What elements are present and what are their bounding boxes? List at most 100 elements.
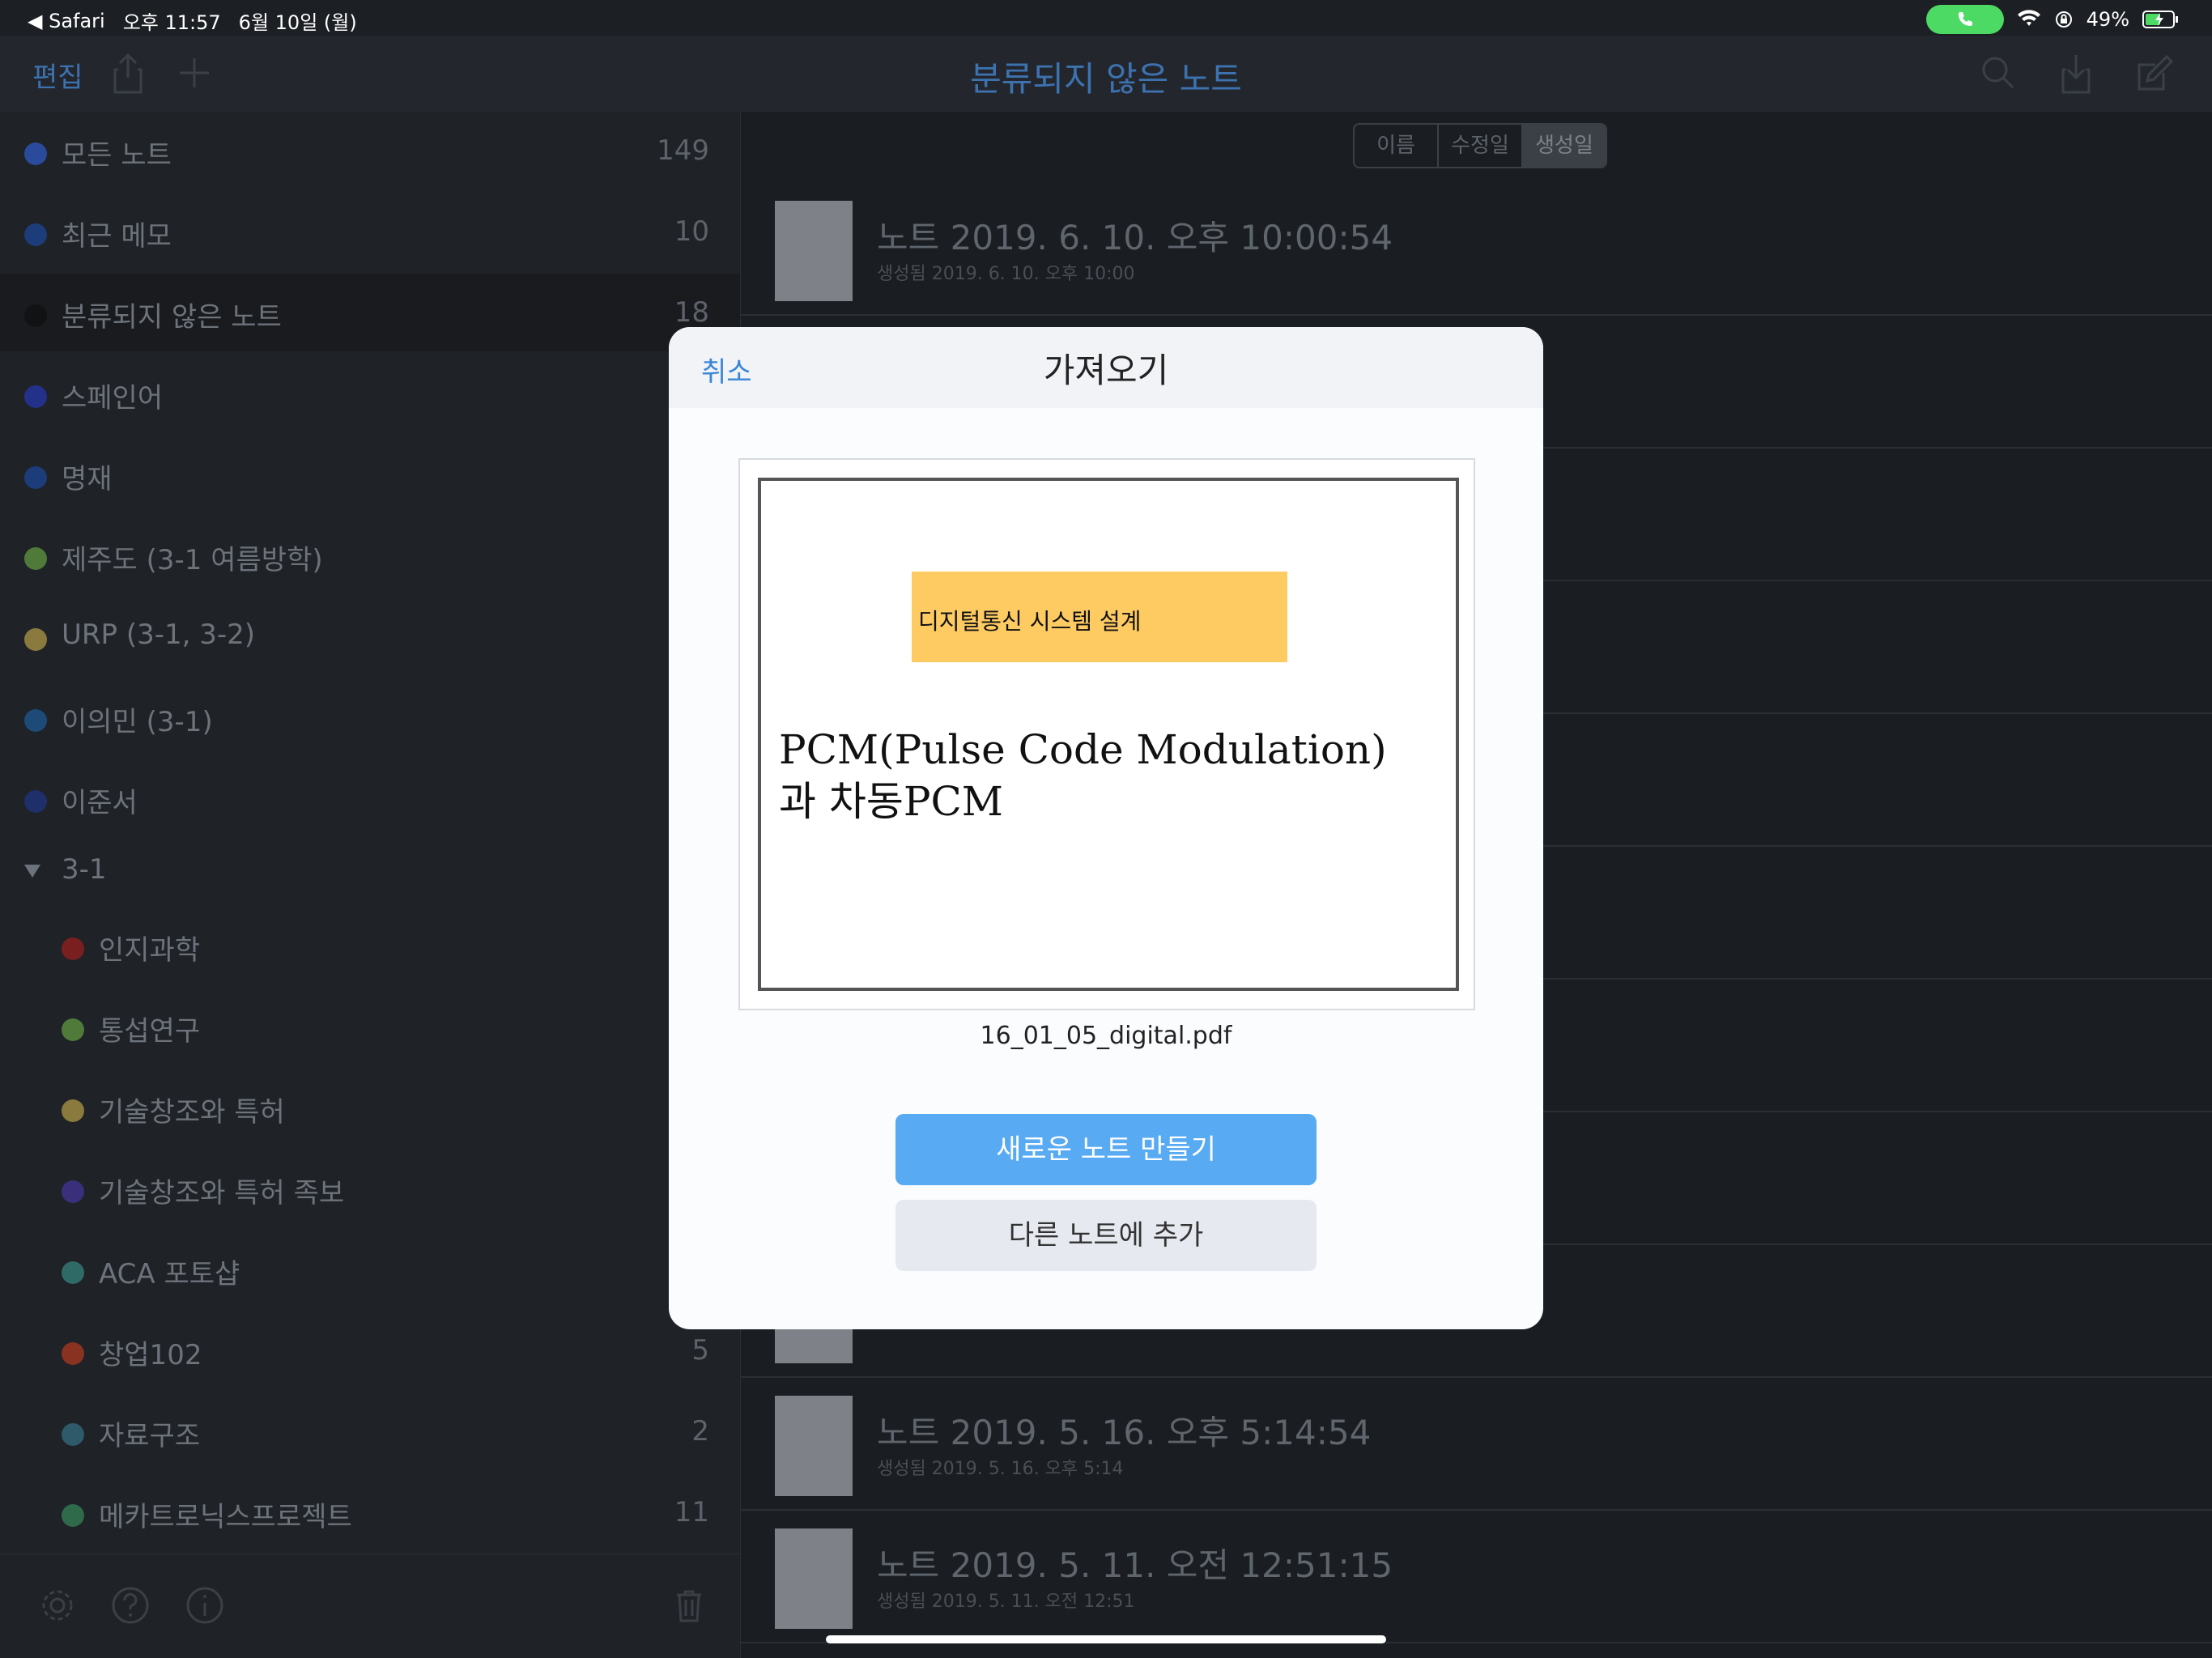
note-list-item[interactable]: 노트 2019. 5. 11. 오전 12:51:15 생성됨 2019. 5.… — [741, 1511, 2212, 1643]
wifi-icon — [2017, 10, 2040, 26]
sidebar-item-label: 인지과학 — [99, 934, 201, 967]
sidebar-item-label: 창업102 — [99, 1339, 202, 1371]
sidebar-item-label: 메카트로닉스프로젝트 — [99, 1501, 352, 1533]
add-to-other-note-button[interactable]: 다른 노트에 추가 — [895, 1200, 1317, 1271]
create-new-note-button[interactable]: 새로운 노트 만들기 — [895, 1114, 1317, 1185]
search-icon[interactable] — [1974, 49, 2023, 97]
sidebar-item-cognitive-science[interactable]: 인지과학 — [0, 907, 740, 984]
pdf-heading-line: 과 차동PCM — [779, 778, 1003, 825]
active-call-indicator[interactable] — [1925, 5, 2004, 34]
folder-color-dot — [24, 547, 47, 570]
sidebar-item-label: 모든 노트 — [62, 139, 172, 172]
sidebar-item-leeuimin[interactable]: 이의민 (3-1) — [0, 678, 740, 756]
folder-color-dot — [24, 466, 47, 489]
sidebar-item-label: 기술창조와 특허 족보 — [99, 1177, 345, 1209]
orientation-lock-icon — [2055, 11, 2072, 28]
sidebar-item-count: 10 — [674, 215, 709, 248]
folder-color-dot — [24, 385, 47, 408]
info-icon[interactable] — [185, 1585, 225, 1626]
folder-color-dot — [24, 790, 47, 813]
page-title: 분류되지 않은 노트 — [970, 59, 1242, 99]
pdf-heading: PCM(Pulse Code Modulation) 과 차동PCM — [779, 724, 1387, 827]
sidebar-item-label: 스페인어 — [62, 382, 164, 414]
home-indicator[interactable] — [826, 1635, 1386, 1643]
battery-percent: 49% — [2086, 8, 2129, 31]
sidebar-item-count: 18 — [674, 296, 709, 329]
sidebar-item-urp[interactable]: URP (3-1, 3-2) — [0, 597, 740, 675]
note-title: 노트 2019. 6. 10. 오후 10:00:54 — [877, 218, 1393, 257]
sidebar-item-label: 이의민 (3-1) — [62, 706, 213, 738]
sidebar-item-count: 11 — [674, 1496, 709, 1528]
phone-icon — [1958, 12, 1972, 26]
battery-charging-icon — [2142, 11, 2178, 28]
sidebar-item-jeju[interactable]: 제주도 (3-1 여름방학) — [0, 517, 740, 594]
note-title: 노트 2019. 5. 16. 오후 5:14:54 — [877, 1413, 1372, 1452]
pdf-course-banner: 디지털통신 시스템 설계 — [912, 572, 1287, 662]
sidebar-item-label: 이준서 — [62, 787, 138, 819]
sidebar-item-spanish[interactable]: 스페인어 — [0, 355, 740, 432]
sidebar-item-startup102[interactable]: 창업102 5 — [0, 1312, 740, 1389]
sidebar-item-label: 명재 — [62, 463, 113, 495]
back-to-app-link[interactable]: ◀ Safari — [28, 10, 105, 32]
sidebar-item-label: 기술창조와 특허 — [99, 1096, 285, 1129]
pdf-page: 디지털통신 시스템 설계 PCM(Pulse Code Modulation) … — [758, 478, 1459, 991]
sidebar-item-leejunseo[interactable]: 이준서 — [0, 759, 740, 837]
trash-icon[interactable] — [669, 1585, 709, 1626]
sort-option-modified[interactable]: 수정일 — [1439, 125, 1523, 167]
note-list-item[interactable]: 노트 2019. 6. 10. 오후 10:00:54 생성됨 2019. 6.… — [741, 183, 2212, 316]
note-subtitle: 생성됨 2019. 6. 10. 오후 10:00 — [877, 264, 1135, 284]
sidebar-item-consilience[interactable]: 통섭연구 — [0, 988, 740, 1065]
folder-color-dot — [24, 304, 47, 327]
sidebar-item-recent-memos[interactable]: 최근 메모 10 — [0, 193, 740, 270]
sidebar: 모든 노트 149 최근 메모 10 분류되지 않은 노트 18 스페인어 명재… — [0, 112, 740, 1658]
sort-option-created[interactable]: 생성일 — [1523, 125, 1606, 167]
sidebar-item-unfiled-notes[interactable]: 분류되지 않은 노트 18 — [0, 274, 740, 351]
pdf-banner-text: 디지털통신 시스템 설계 — [918, 608, 1142, 635]
folder-color-dot — [62, 1504, 84, 1527]
sidebar-item-patent[interactable]: 기술창조와 특허 — [0, 1069, 740, 1146]
pdf-preview: 디지털통신 시스템 설계 PCM(Pulse Code Modulation) … — [738, 458, 1475, 1010]
sidebar-item-count: 5 — [691, 1334, 709, 1367]
note-subtitle: 생성됨 2019. 5. 11. 오전 12:51 — [877, 1592, 1135, 1612]
sidebar-item-data-structures[interactable]: 자료구조 2 — [0, 1392, 740, 1470]
pdf-heading-line: PCM(Pulse Code Modulation) — [779, 726, 1387, 773]
sidebar-item-mechatronics[interactable]: 메카트로닉스프로젝트 11 — [0, 1473, 740, 1551]
sidebar-item-myeongjae[interactable]: 명재 — [0, 436, 740, 513]
dialog-title: 가져오기 — [1043, 351, 1169, 390]
folder-color-dot — [62, 1099, 84, 1122]
note-thumbnail — [775, 1396, 853, 1496]
sidebar-item-count: 2 — [691, 1415, 709, 1448]
sidebar-item-label: 최근 메모 — [62, 220, 172, 253]
import-icon[interactable] — [2052, 49, 2100, 97]
dialog-header: 취소 가져오기 — [669, 327, 1543, 408]
folder-color-dot — [62, 1423, 84, 1446]
sidebar-item-patent-archive[interactable]: 기술창조와 특허 족보 — [0, 1150, 740, 1227]
note-title: 노트 2019. 5. 11. 오전 12:51:15 — [877, 1545, 1393, 1585]
folder-color-dot — [62, 1018, 84, 1041]
sidebar-item-aca-photoshop[interactable]: ACA 포토샵 — [0, 1231, 740, 1308]
sidebar-footer — [0, 1554, 740, 1658]
sidebar-group-3-1[interactable]: 3-1 — [0, 832, 740, 910]
status-bar: ◀ Safari 오후 11:57 6월 10일 (월) 49% — [0, 0, 2212, 36]
sidebar-item-label: 자료구조 — [99, 1420, 201, 1452]
help-icon[interactable] — [110, 1585, 151, 1626]
folder-color-dot — [24, 628, 47, 651]
disclosure-triangle-icon[interactable] — [24, 865, 40, 878]
sidebar-item-label: 제주도 (3-1 여름방학) — [62, 544, 323, 576]
top-navigation-bar: 편집 분류되지 않은 노트 — [0, 36, 2212, 113]
note-subtitle: 생성됨 2019. 5. 16. 오후 5:14 — [877, 1459, 1124, 1479]
folder-color-dot — [62, 1180, 84, 1203]
sort-segmented-control[interactable]: 이름 수정일 생성일 — [1353, 123, 1607, 168]
folder-color-dot — [62, 1342, 84, 1365]
sort-option-name[interactable]: 이름 — [1355, 125, 1439, 167]
status-time: 오후 11:57 — [122, 11, 221, 34]
folder-color-dot — [62, 937, 84, 960]
gear-icon[interactable] — [37, 1585, 78, 1626]
note-list-item[interactable]: 노트 2019. 5. 16. 오후 5:14:54 생성됨 2019. 5. … — [741, 1378, 2212, 1511]
note-thumbnail — [775, 201, 853, 301]
sidebar-item-all-notes[interactable]: 모든 노트 149 — [0, 112, 740, 189]
compose-icon[interactable] — [2131, 49, 2180, 97]
folder-color-dot — [24, 142, 47, 165]
note-thumbnail — [775, 1528, 853, 1629]
sidebar-item-label: 통섭연구 — [99, 1015, 201, 1048]
